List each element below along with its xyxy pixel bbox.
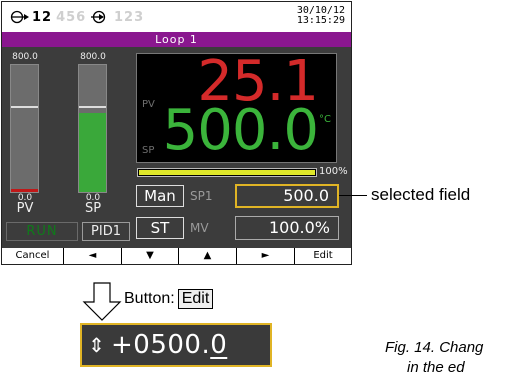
button-caption-prefix: Button: (124, 290, 175, 307)
pid-indicator: PID1 (82, 222, 130, 241)
edit-key-label: Edit (177, 289, 214, 309)
process-value-display: PV 25.1 SP 500.0 °C (136, 50, 337, 163)
mv-bar (137, 168, 317, 177)
status-time: 13:15:29 (296, 15, 345, 26)
figure-caption-line2: in the ed (407, 359, 465, 376)
edit-value-cursor-digit: 0 (210, 330, 228, 360)
mv-bar-percent: 100% (319, 166, 348, 177)
sp-tag: SP (142, 145, 155, 156)
edit-field[interactable]: ⇕ +0500.0 (80, 323, 272, 367)
pv-bar (10, 64, 39, 193)
down-softkey[interactable]: ▼ (122, 248, 179, 264)
mv-label: MV (190, 221, 209, 235)
pv-bar-scale-top: 800.0 (12, 52, 38, 62)
left-softkey[interactable]: ◄ (64, 248, 122, 264)
up-down-arrows-icon: ⇕ (88, 333, 105, 357)
controller-screen: 12 456 123 30/10/12 13:15:29 Loop 1 800.0… (1, 1, 352, 265)
mv-bar-fill (139, 170, 315, 175)
pv-bar-label: PV (16, 201, 34, 216)
right-softkey[interactable]: ► (237, 248, 295, 264)
softkey-bar: Cancel ◄ ▼ ▲ ► Edit (2, 248, 351, 264)
callout-label: selected field (371, 185, 471, 204)
pv-tag: PV (142, 99, 155, 110)
st-button[interactable]: ST (136, 217, 184, 239)
button-caption: Button: Edit (124, 289, 214, 309)
pv-bar-marker (11, 106, 38, 109)
mv-field[interactable]: 100.0% (235, 216, 339, 240)
edit-value-main: +0500. (111, 330, 211, 360)
sp-value: 500.0 (162, 98, 319, 163)
sp-bar-scale-top: 800.0 (80, 52, 106, 62)
status-bar: 12 456 123 30/10/12 13:15:29 (2, 2, 351, 32)
sp-bar-marker (79, 106, 106, 109)
sp1-field[interactable]: 500.0 (235, 184, 339, 208)
callout-line (339, 195, 367, 196)
loop-arrow-icon (10, 10, 30, 28)
group-b-numbers: 123 (114, 10, 145, 25)
edit-softkey[interactable]: Edit (295, 248, 351, 264)
down-arrow-icon (82, 282, 122, 321)
unit-label: °C (319, 114, 331, 125)
sp1-label: SP1 (190, 189, 213, 203)
pv-bar-base (11, 189, 38, 192)
edit-value: +0500.0 (111, 328, 227, 362)
loop-title: Loop 1 (2, 32, 351, 47)
sp-bar-fill (79, 113, 106, 192)
up-softkey[interactable]: ▲ (179, 248, 237, 264)
circle-arrow-icon (90, 10, 110, 28)
sp-bar-label: SP (84, 201, 102, 216)
cancel-softkey[interactable]: Cancel (2, 248, 64, 264)
figure-caption: Fig. 14. Chang in the ed (385, 338, 520, 378)
figure-caption-line1: Fig. 14. Chang (385, 339, 484, 356)
group-a-numbers: 12 456 (32, 10, 87, 25)
man-button[interactable]: Man (136, 185, 184, 207)
sp-bar (78, 64, 107, 193)
run-indicator: RUN (6, 222, 78, 241)
